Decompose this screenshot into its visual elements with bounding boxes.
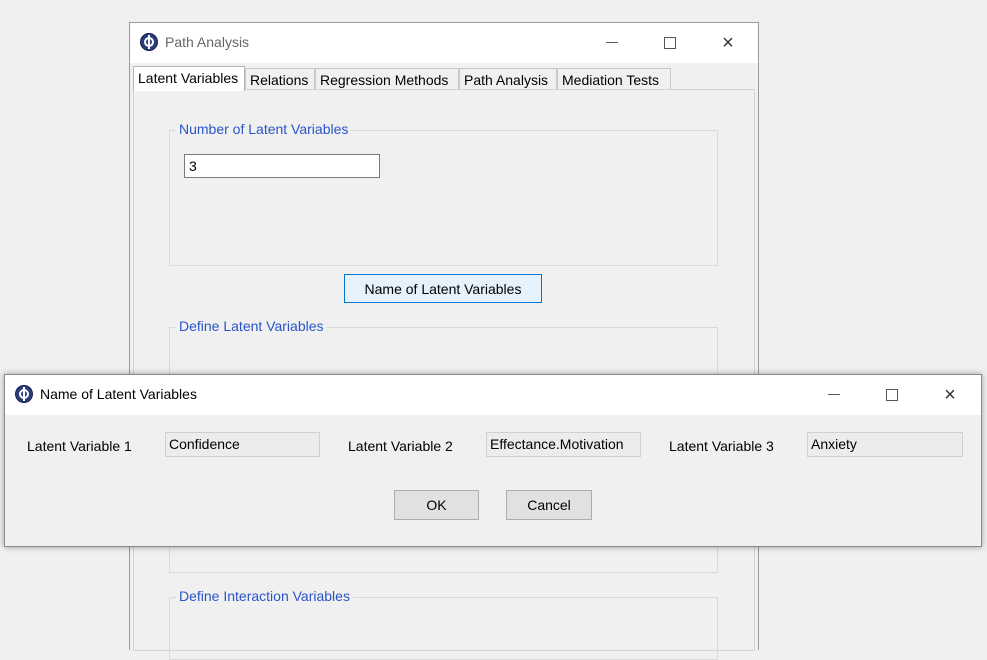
dialog-minimize-button[interactable] bbox=[820, 381, 848, 409]
tab-mediation-tests[interactable]: Mediation Tests bbox=[557, 68, 671, 90]
maximize-icon bbox=[664, 36, 676, 49]
close-icon: × bbox=[722, 32, 734, 54]
tab-relations[interactable]: Relations bbox=[245, 68, 315, 90]
app-globe-icon bbox=[140, 33, 158, 51]
path-analysis-window: Path Analysis × Latent Variables Relatio… bbox=[129, 22, 759, 660]
tab-path-analysis[interactable]: Path Analysis bbox=[459, 68, 557, 90]
dialog-title: Name of Latent Variables bbox=[40, 386, 197, 402]
latent-variable-2-label: Latent Variable 2 bbox=[348, 438, 453, 454]
dialog-titlebar[interactable]: Name of Latent Variables × bbox=[5, 375, 981, 415]
number-of-latent-variables-group: Number of Latent Variables bbox=[169, 121, 718, 266]
latent-variable-1-label: Latent Variable 1 bbox=[27, 438, 132, 454]
name-of-latent-variables-button[interactable]: Name of Latent Variables bbox=[344, 274, 542, 303]
main-titlebar[interactable]: Path Analysis × bbox=[130, 23, 758, 63]
number-of-latent-variables-input[interactable] bbox=[184, 154, 380, 178]
minimize-icon bbox=[828, 394, 840, 396]
latent-variable-3-label: Latent Variable 3 bbox=[669, 438, 774, 454]
dialog-globe-icon bbox=[15, 385, 33, 403]
tab-latent-variables[interactable]: Latent Variables bbox=[133, 66, 245, 91]
minimize-icon bbox=[606, 42, 618, 44]
latent-variables-panel: Number of Latent Variables Name of Laten… bbox=[133, 89, 755, 660]
number-group-label: Number of Latent Variables bbox=[176, 121, 352, 137]
hidden-group-bottom bbox=[169, 545, 718, 573]
maximize-icon bbox=[886, 388, 898, 401]
main-maximize-button[interactable] bbox=[656, 29, 684, 57]
dialog-maximize-button[interactable] bbox=[878, 381, 906, 409]
main-close-button[interactable]: × bbox=[714, 29, 742, 57]
define-interaction-variables-group: Define Interaction Variables bbox=[169, 588, 718, 660]
cancel-button[interactable]: Cancel bbox=[506, 490, 592, 520]
latent-variable-2-field[interactable]: Effectance.Motivation bbox=[486, 432, 641, 457]
latent-variable-3-field[interactable]: Anxiety bbox=[807, 432, 963, 457]
main-minimize-button[interactable] bbox=[598, 29, 626, 57]
latent-variable-1-field[interactable]: Confidence bbox=[165, 432, 320, 457]
dialog-close-button[interactable]: × bbox=[936, 381, 964, 409]
interaction-group-label: Define Interaction Variables bbox=[176, 588, 353, 604]
name-of-latent-variables-dialog: Name of Latent Variables × Latent Variab… bbox=[4, 374, 982, 547]
tab-regression-methods[interactable]: Regression Methods bbox=[315, 68, 459, 90]
main-window-title: Path Analysis bbox=[165, 34, 250, 50]
define-group-label: Define Latent Variables bbox=[176, 318, 327, 334]
close-icon: × bbox=[944, 384, 956, 406]
ok-button[interactable]: OK bbox=[394, 490, 479, 520]
